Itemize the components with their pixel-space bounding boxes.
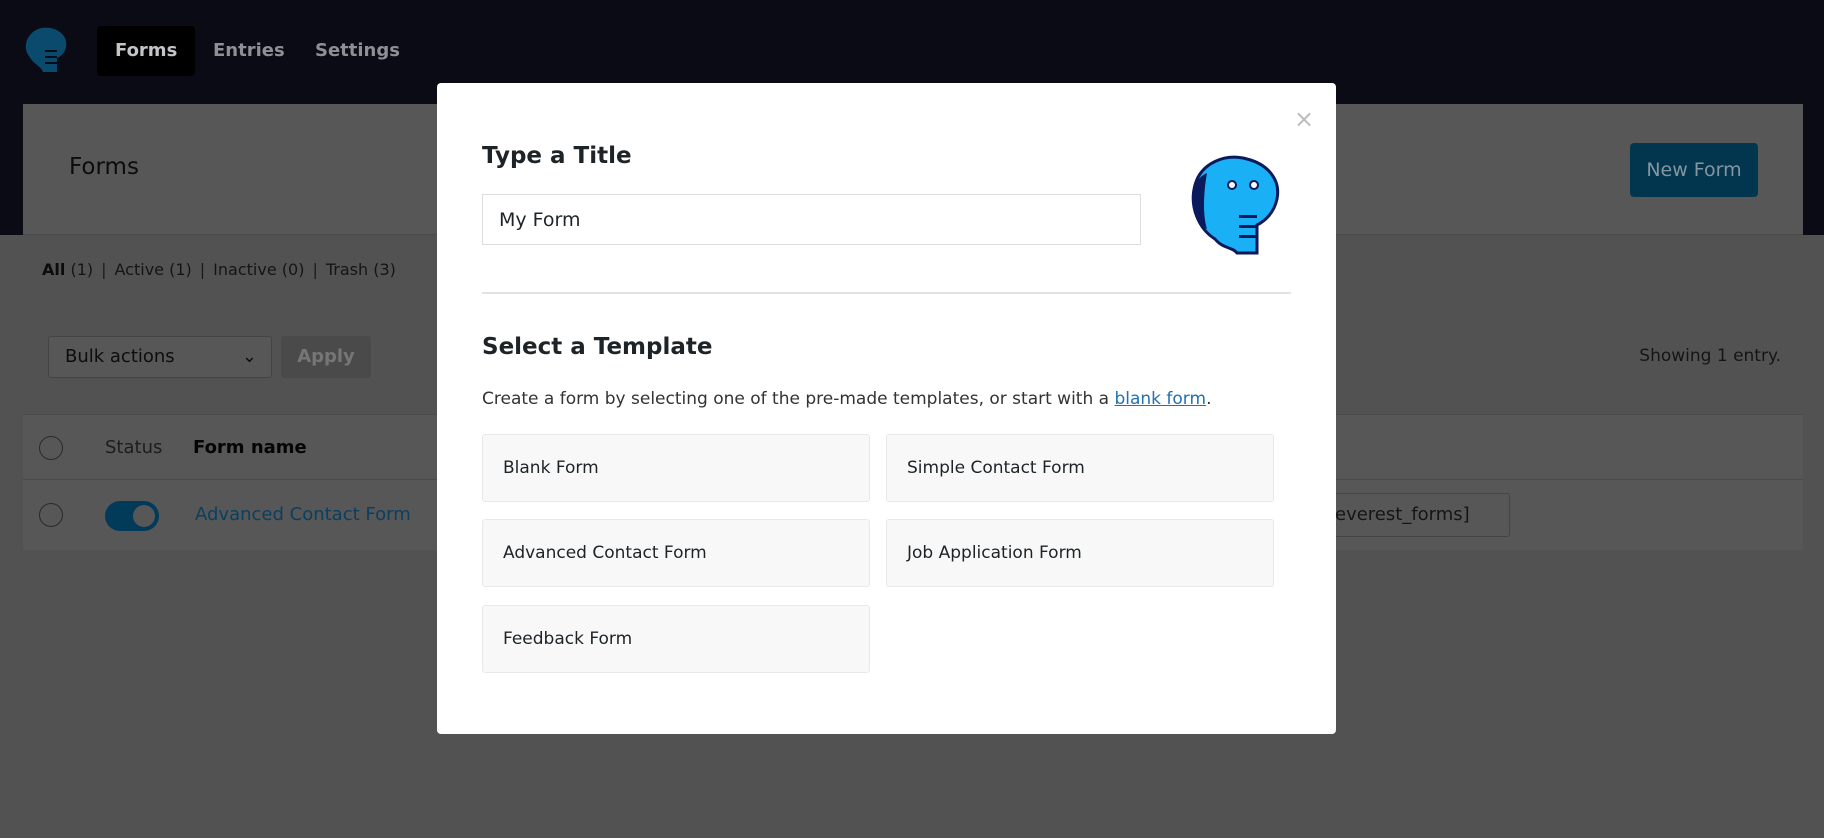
nav-forms[interactable]: Forms xyxy=(97,26,196,76)
filter-all[interactable]: All xyxy=(42,260,65,279)
filter-active[interactable]: Active xyxy=(115,260,165,279)
desc-suffix: . xyxy=(1206,389,1212,409)
page-title: Forms xyxy=(69,154,139,180)
close-icon[interactable]: × xyxy=(1294,105,1314,133)
entry-count: Showing 1 entry. xyxy=(1639,346,1781,366)
row-checkbox[interactable] xyxy=(39,503,63,527)
select-all-checkbox[interactable] xyxy=(39,436,63,460)
elephant-logo-icon[interactable] xyxy=(21,26,73,76)
name-header[interactable]: Form name xyxy=(193,437,307,458)
shortcode-field[interactable]: [everest_forms id=62] xyxy=(1314,493,1510,537)
filter-count: (1) xyxy=(70,260,94,279)
bulk-actions-select[interactable]: Bulk actions ⌄ xyxy=(48,336,272,378)
template-advanced-contact-form[interactable]: Advanced Contact Form xyxy=(482,519,870,587)
desc-text: Create a form by selecting one of the pr… xyxy=(482,389,1115,409)
template-job-application-form[interactable]: Job Application Form xyxy=(886,519,1274,587)
filter-inactive[interactable]: Inactive xyxy=(213,260,277,279)
divider xyxy=(482,292,1291,294)
filter-count: (0) xyxy=(281,260,305,279)
status-toggle[interactable] xyxy=(105,501,159,531)
filter-count: (3) xyxy=(373,260,396,279)
new-form-button[interactable]: New Form xyxy=(1630,143,1758,197)
template-heading: Select a Template xyxy=(482,334,713,360)
bulk-actions-value: Bulk actions xyxy=(65,346,175,367)
chevron-down-icon: ⌄ xyxy=(241,346,257,367)
filter-trash[interactable]: Trash xyxy=(326,260,368,279)
form-title-input[interactable] xyxy=(482,194,1141,245)
nav-entries[interactable]: Entries xyxy=(195,26,303,76)
filter-count: (1) xyxy=(169,260,192,279)
shortcode-value: [everest_forms id=62] xyxy=(1335,504,1470,525)
template-blank-form[interactable]: Blank Form xyxy=(482,434,870,502)
new-form-modal: × Type a Title Select a Template Create … xyxy=(437,83,1336,734)
status-filters: All (1) | Active (1) | Inactive (0) | Trash (3… xyxy=(42,260,396,279)
apply-button[interactable]: Apply xyxy=(281,336,371,378)
elephant-mascot-icon xyxy=(1191,155,1280,255)
nav-settings[interactable]: Settings xyxy=(297,26,418,76)
template-simple-contact-form[interactable]: Simple Contact Form xyxy=(886,434,1274,502)
template-description: Create a form by selecting one of the pr… xyxy=(482,389,1211,409)
status-header: Status xyxy=(105,437,163,458)
form-name-link[interactable]: Advanced Contact Form xyxy=(195,504,411,525)
blank-form-link[interactable]: blank form xyxy=(1114,389,1206,409)
template-feedback-form[interactable]: Feedback Form xyxy=(482,605,870,673)
title-heading: Type a Title xyxy=(482,143,632,169)
